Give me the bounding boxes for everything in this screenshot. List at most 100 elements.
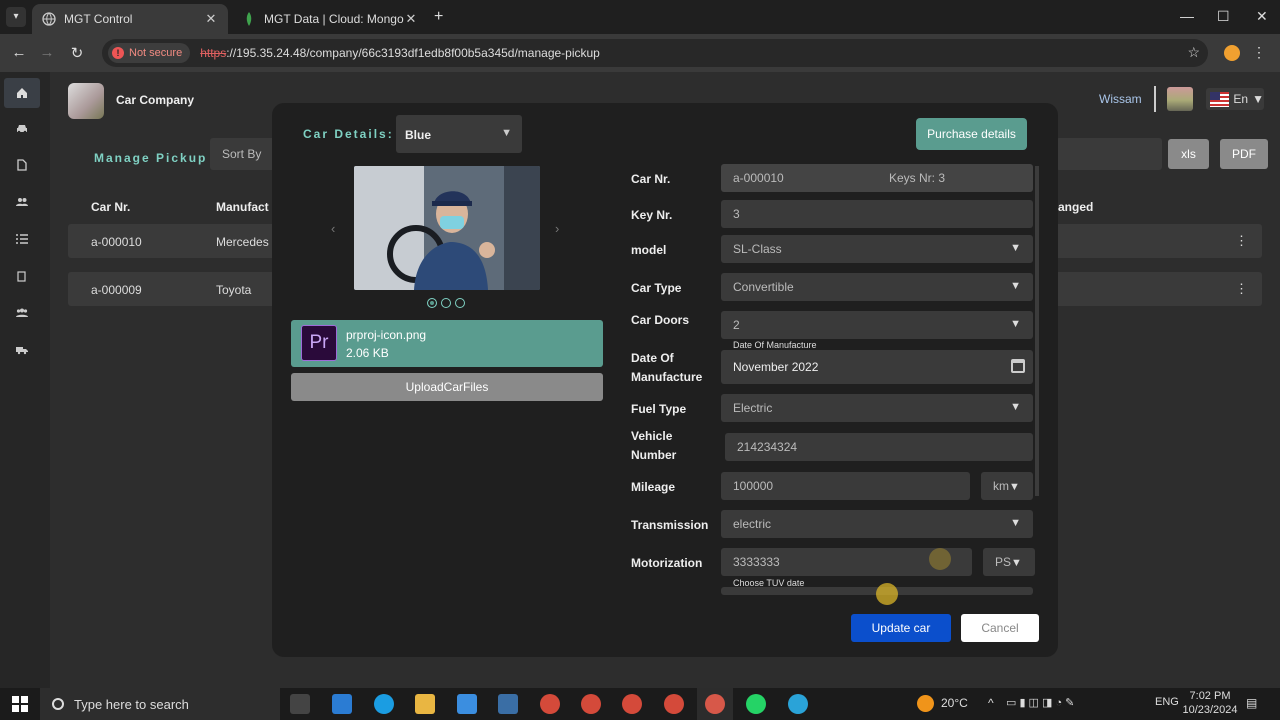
sort-by-select[interactable]: Sort By — [210, 138, 280, 170]
telegram-icon[interactable] — [788, 694, 808, 714]
mileage-unit-select[interactable]: km▼ — [981, 472, 1033, 500]
model-select[interactable]: SL-Class ▼ — [721, 235, 1033, 263]
document-icon[interactable] — [4, 150, 40, 180]
language-select[interactable]: En ▼ — [1206, 88, 1264, 110]
taskbar-search-placeholder: Type here to search — [74, 696, 189, 712]
car-icon[interactable] — [4, 114, 40, 144]
car-doors-label: Car Doors — [631, 313, 690, 327]
user-name[interactable]: Wissam — [1099, 92, 1142, 106]
chrome-icon[interactable] — [697, 688, 733, 720]
upload-car-files-button[interactable]: UploadCarFiles — [291, 373, 603, 401]
system-clock[interactable]: 7:02 PM 10/23/2024 — [1180, 689, 1240, 717]
copy-icon[interactable] — [4, 261, 40, 291]
chrome-icon[interactable] — [622, 694, 642, 714]
cancel-button[interactable]: Cancel — [961, 614, 1039, 642]
profile-avatar-icon[interactable] — [1224, 45, 1240, 61]
reload-icon[interactable]: ↻ — [68, 44, 86, 62]
scrollbar-thumb[interactable] — [1035, 166, 1039, 496]
input-language[interactable]: ENG — [1155, 696, 1179, 708]
edge-icon[interactable] — [374, 694, 394, 714]
car-type-label: Car Type — [631, 281, 682, 295]
uploaded-file-card[interactable]: Pr prproj-icon.png 2.06 KB — [291, 320, 603, 367]
row-menu-icon[interactable]: ⋮ — [1235, 233, 1248, 249]
file-explorer-icon[interactable] — [415, 694, 435, 714]
key-nr-input[interactable]: 3 — [721, 200, 1033, 228]
users-icon[interactable] — [4, 187, 40, 217]
car-color-select[interactable]: Blue ▼ — [396, 115, 522, 153]
window-close-icon[interactable]: ✕ — [1256, 8, 1268, 25]
chrome-icon[interactable] — [664, 694, 684, 714]
purchase-details-button[interactable]: Purchase details — [916, 118, 1027, 150]
windows-start-icon[interactable] — [12, 696, 28, 712]
new-tab-icon[interactable]: + — [434, 8, 443, 26]
warning-icon: ! — [112, 47, 124, 59]
weather-sun-icon[interactable] — [917, 695, 934, 712]
address-bar[interactable]: ! Not secure https://195.35.24.48/compan… — [102, 39, 1208, 67]
chevron-down-icon: ▼ — [1010, 517, 1021, 529]
file-name: prproj-icon.png — [346, 328, 427, 342]
team-icon[interactable] — [4, 298, 40, 328]
column-header-changed[interactable]: anged — [1058, 200, 1093, 214]
car-doors-select[interactable]: 2 ▼ — [721, 311, 1033, 339]
tray-icons[interactable]: ▭ ▮ ◫ ◨ ◔ ✎ — [1006, 696, 1074, 709]
user-avatar[interactable] — [1167, 87, 1193, 111]
forward-arrow-icon[interactable]: → — [38, 44, 56, 61]
date-of-manufacture-picker[interactable]: November 2022 — [721, 350, 1033, 384]
row-menu-icon[interactable]: ⋮ — [1235, 281, 1248, 297]
carousel-dot[interactable] — [427, 298, 437, 308]
mileage-input[interactable]: 100000 — [721, 472, 970, 500]
whatsapp-icon[interactable] — [746, 694, 766, 714]
browser-toolbar: ← → ↻ ! Not secure https://195.35.24.48/… — [0, 34, 1280, 72]
carousel-dot[interactable] — [441, 298, 451, 308]
clock-date: 10/23/2024 — [1182, 704, 1238, 716]
company-name: Car Company — [116, 93, 195, 107]
taskbar-search[interactable]: Type here to search — [40, 688, 280, 720]
carousel-prev-icon[interactable]: ‹ — [331, 221, 335, 236]
chevron-down-icon: ▼ — [1010, 401, 1021, 413]
browser-menu-icon[interactable]: ⋮ — [1252, 44, 1266, 61]
store-icon[interactable] — [498, 694, 518, 714]
maximize-icon[interactable]: ☐ — [1217, 8, 1230, 25]
motorization-unit-select[interactable]: PS▼ — [983, 548, 1035, 576]
column-header-car-nr[interactable]: Car Nr. — [91, 200, 130, 214]
tab-search-button[interactable]: ▾ — [6, 7, 26, 27]
tab-mongodb[interactable]: MGT Data | Cloud: MongoDB Cl ✕ — [232, 4, 428, 34]
close-tab-icon[interactable]: ✕ — [404, 11, 418, 27]
filter-input[interactable] — [1056, 138, 1162, 170]
chevron-up-icon[interactable]: ^ — [988, 696, 994, 710]
truck-icon[interactable] — [4, 335, 40, 365]
home-icon[interactable] — [4, 78, 40, 108]
export-xls-button[interactable]: xls — [1168, 139, 1209, 169]
form-scrollbar[interactable] — [1035, 166, 1039, 496]
carousel-next-icon[interactable]: › — [555, 221, 559, 236]
security-chip[interactable]: ! Not secure — [108, 43, 191, 63]
bookmark-star-icon[interactable]: ☆ — [1187, 44, 1200, 61]
vscode-icon[interactable] — [332, 694, 352, 714]
fuel-type-select[interactable]: Electric ▼ — [721, 394, 1033, 422]
update-car-button[interactable]: Update car — [851, 614, 951, 642]
car-color-value: Blue — [405, 128, 432, 142]
car-type-select[interactable]: Convertible ▼ — [721, 273, 1033, 301]
export-pdf-button[interactable]: PDF — [1220, 139, 1268, 169]
tab-mgt-control[interactable]: MGT Control ✕ — [32, 4, 228, 34]
minimize-icon[interactable]: — — [1180, 8, 1194, 24]
close-tab-icon[interactable]: ✕ — [204, 11, 218, 27]
modal-title: Car Details: — [303, 127, 394, 141]
taskbar: Type here to search 20°C ^ ▭ ▮ ◫ ◨ ◔ ✎ E… — [0, 688, 1280, 720]
back-arrow-icon[interactable]: ← — [10, 44, 28, 61]
column-header-manufacturer[interactable]: Manufact — [216, 200, 269, 214]
transmission-select[interactable]: electric ▼ — [721, 510, 1033, 538]
url-text: https://195.35.24.48/company/66c3193df1e… — [200, 46, 600, 60]
vehicle-number-input[interactable]: 214234324 — [725, 433, 1033, 461]
chrome-icon[interactable] — [581, 694, 601, 714]
temperature[interactable]: 20°C — [941, 696, 968, 710]
notifications-icon[interactable]: ▤ — [1246, 696, 1257, 710]
search-icon — [52, 698, 64, 710]
chrome-icon[interactable] — [540, 694, 560, 714]
car-nr-field: a-000010 Keys Nr: 3 — [721, 164, 1033, 192]
calendar-icon[interactable] — [1011, 359, 1025, 373]
mail-icon[interactable] — [457, 694, 477, 714]
task-view-icon[interactable] — [290, 694, 310, 714]
carousel-dot[interactable] — [455, 298, 465, 308]
list-icon[interactable] — [4, 224, 40, 254]
